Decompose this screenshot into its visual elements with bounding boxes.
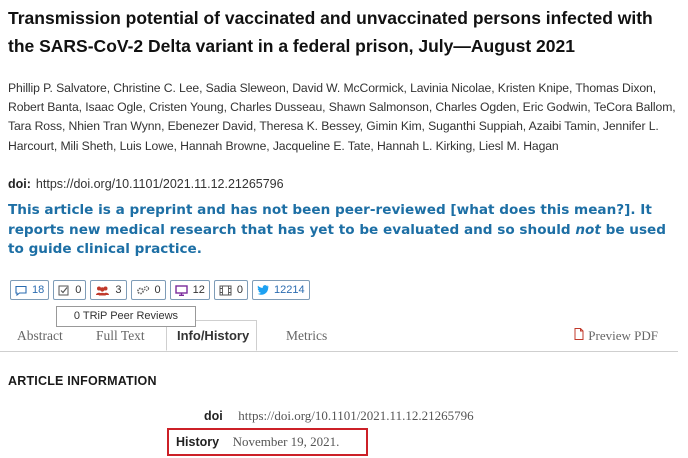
media-metric[interactable]: 12 [169,280,210,300]
info-history-value: November 19, 2021. [232,434,340,449]
article-information-heading: ARTICLE INFORMATION [8,374,157,388]
pdf-file-icon [574,328,584,344]
tab-abstract[interactable]: Abstract [17,328,63,344]
automated-count: 0 [154,284,161,296]
preprint-notice: This article is a preprint and has not b… [8,201,680,260]
people-icon [95,285,110,296]
automated-metric[interactable]: 0 [130,280,166,300]
preview-pdf-label: Preview PDF [588,328,658,343]
video-metric[interactable]: 0 [213,280,248,300]
info-doi-row: doi https://doi.org/10.1101/2021.11.12.2… [204,408,474,424]
info-doi-link[interactable]: https://doi.org/10.1101/2021.11.12.21265… [238,408,473,423]
monitor-icon [174,284,188,296]
reviews-count: 0 [75,284,82,296]
doi-link[interactable]: https://doi.org/10.1101/2021.11.12.21265… [36,177,284,191]
metrics-bar: 18 0 3 0 12 0 12214 [10,280,314,300]
tab-metrics[interactable]: Metrics [286,328,327,344]
film-icon [219,285,232,296]
comment-icon [15,285,27,296]
doi-label: doi: [8,177,31,191]
info-history-row: History November 19, 2021. [176,434,339,450]
checkbox-icon [58,285,70,296]
preprint-notice-emphasis: not [575,221,601,238]
comments-metric[interactable]: 18 [10,280,50,300]
twitter-count: 12214 [274,284,305,296]
gears-icon [136,285,150,296]
twitter-icon [257,285,269,295]
comments-count: 18 [32,284,45,296]
peer-reviews-tooltip: 0 TRiP Peer Reviews [56,306,196,327]
author-list: Phillip P. Salvatore, Christine C. Lee, … [8,81,676,153]
community-count: 3 [115,284,122,296]
reviews-metric[interactable]: 0 [53,280,87,300]
preprint-notice-text: This article is a preprint and has not b… [8,202,652,238]
article-title: Transmission potential of vaccinated and… [8,8,653,56]
preview-pdf-link[interactable]: Preview PDF [574,328,658,344]
video-count: 0 [236,284,243,296]
info-doi-label: doi [204,409,223,423]
media-count: 12 [192,284,205,296]
community-metric[interactable]: 3 [90,280,127,300]
tab-full-text[interactable]: Full Text [96,328,145,344]
info-history-label: History [176,435,220,449]
doi-line: doi: https://doi.org/10.1101/2021.11.12.2… [8,177,284,191]
twitter-metric[interactable]: 12214 [252,280,310,300]
